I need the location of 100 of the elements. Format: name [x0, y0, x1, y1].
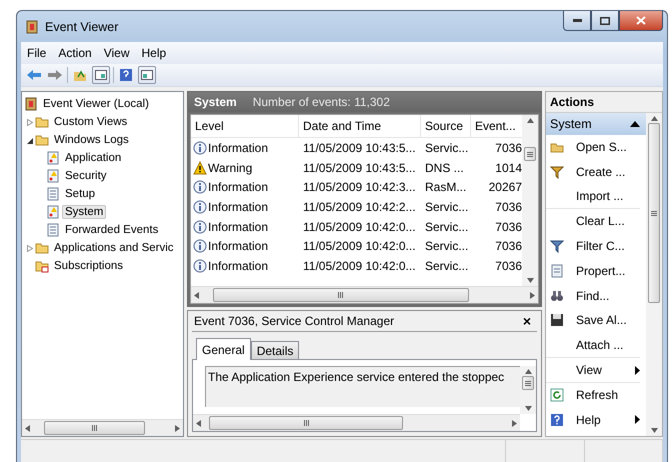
table-cell: Warning	[208, 160, 252, 175]
task-entry[interactable]: Import ...	[546, 184, 640, 210]
menu-bar-item[interactable]: Help	[142, 46, 166, 60]
task-entry[interactable]: Find...	[546, 284, 640, 309]
log-icon	[46, 169, 60, 183]
tab[interactable]: Details	[250, 341, 300, 360]
horizontal-scrollbar[interactable]	[191, 286, 538, 303]
show-hide-actions-button[interactable]	[138, 66, 156, 84]
filter-icon	[550, 239, 564, 254]
table-cell: 7036	[495, 239, 522, 254]
task-entry[interactable]: Refresh	[546, 382, 640, 408]
maximize-icon	[600, 16, 610, 24]
task-entry[interactable]: Attach ...	[546, 333, 640, 358]
left-arrow-icon[interactable]	[196, 420, 201, 426]
table-cell: 20267	[488, 180, 522, 194]
tree-item[interactable]: Event Viewer (Local)	[40, 97, 152, 111]
right-arrow-icon[interactable]	[530, 292, 535, 298]
table-cell: 11/05/2009 10:43:5...	[303, 160, 416, 175]
tree-item[interactable]: Subscriptions	[51, 259, 126, 273]
close-button[interactable]	[619, 11, 663, 31]
tree-item[interactable]: Custom Views	[51, 115, 130, 129]
column-header[interactable]: Source	[421, 115, 471, 137]
window-title: Event Viewer	[45, 20, 118, 34]
down-arrow-icon[interactable]	[524, 406, 532, 411]
subscriptions-icon	[35, 259, 49, 273]
table-cell: Information	[208, 239, 268, 254]
tree-item[interactable]: System	[62, 205, 106, 219]
menu-bar-item[interactable]: Action	[58, 46, 92, 60]
table-cell: 11/05/2009 10:43:5...	[303, 140, 416, 155]
tab[interactable]: General	[196, 338, 251, 360]
collapse-arrow-icon[interactable]	[26, 136, 32, 144]
table-cell: Information	[208, 180, 268, 194]
task-entry[interactable]: Clear L...	[546, 209, 640, 234]
task-entry[interactable]: Filter C...	[546, 234, 640, 259]
warning-icon	[193, 160, 207, 175]
log-title: System	[194, 95, 237, 109]
show-hide-tree-button[interactable]	[92, 66, 110, 84]
right-arrow-icon[interactable]	[512, 420, 517, 426]
table-cell: Information	[208, 258, 268, 273]
actions-title: Actions	[546, 92, 662, 113]
table-cell: 11/05/2009 10:42:0...	[303, 220, 416, 234]
vertical-scrollbar[interactable]	[522, 115, 538, 286]
table-cell: 7036	[495, 140, 522, 155]
tree-item[interactable]: Forwarded Events	[62, 223, 162, 237]
collapse-icon	[630, 121, 640, 127]
expand-arrow-icon[interactable]	[26, 244, 32, 252]
task-entry[interactable]: Open S...	[546, 135, 640, 160]
folder-up-icon	[73, 69, 87, 81]
task-entry[interactable]: Save Al...	[546, 308, 640, 334]
up-arrow-icon[interactable]	[650, 116, 658, 121]
table-cell: Servic...	[425, 239, 468, 254]
expand-arrow-icon[interactable]	[26, 118, 32, 126]
up-arrow-icon[interactable]	[526, 118, 534, 123]
detail-title: Event 7036, Service Control Manager	[194, 314, 394, 328]
task-entry[interactable]: Help	[546, 408, 640, 433]
grip-icon	[304, 420, 309, 426]
column-header[interactable]: Level	[191, 115, 299, 137]
maximize-button[interactable]	[591, 11, 619, 31]
submenu-arrow-icon	[635, 366, 640, 375]
info-icon	[193, 258, 207, 273]
vertical-scrollbar[interactable]	[520, 366, 536, 414]
help-button[interactable]	[117, 66, 135, 84]
task-entry[interactable]: Propert...	[546, 258, 640, 284]
table-cell: 11/05/2009 10:42:2...	[303, 200, 416, 214]
horizontal-scrollbar[interactable]	[193, 414, 520, 431]
up-arrow-icon[interactable]	[524, 369, 532, 374]
minimize-icon	[572, 19, 582, 22]
down-arrow-icon[interactable]	[526, 278, 534, 283]
pane-icon	[95, 70, 107, 80]
log-icon	[46, 187, 60, 201]
menu-bar-item[interactable]: View	[104, 46, 130, 60]
table-cell: Servic...	[425, 200, 468, 214]
close-button[interactable]: ×	[518, 314, 535, 328]
table-cell: DNS ...	[425, 160, 464, 175]
right-arrow-icon[interactable]	[175, 424, 180, 432]
table-cell: Servic...	[425, 140, 468, 155]
tree-item[interactable]: Windows Logs	[51, 133, 132, 147]
left-arrow-icon[interactable]	[25, 424, 30, 432]
tree-item[interactable]: Security	[62, 169, 110, 183]
task-entry[interactable]: Create ...	[546, 160, 640, 185]
minimize-button[interactable]	[563, 11, 591, 31]
submenu-arrow-icon	[635, 415, 640, 424]
horizontal-scrollbar[interactable]	[22, 419, 183, 436]
tree-item[interactable]: Setup	[62, 187, 98, 201]
left-arrow-icon[interactable]	[194, 292, 199, 298]
menu-bar-item[interactable]: File	[27, 46, 46, 60]
binoculars-icon	[550, 288, 564, 303]
task-entry[interactable]: View	[546, 358, 640, 383]
column-header[interactable]: Date and Time	[299, 115, 421, 137]
table-cell: 11/05/2009 10:42:0...	[303, 258, 416, 273]
vertical-scrollbar[interactable]	[646, 113, 662, 436]
info-icon	[193, 180, 207, 194]
section-header[interactable]: System	[546, 113, 646, 135]
table-cell: Information	[208, 200, 268, 214]
down-arrow-icon[interactable]	[650, 428, 658, 433]
tree-item[interactable]: Applications and Servic	[51, 241, 177, 255]
table-cell: Servic...	[425, 220, 468, 234]
tree-item[interactable]: Application	[62, 151, 124, 165]
folder-icon	[35, 133, 49, 147]
grip-icon	[338, 292, 344, 298]
